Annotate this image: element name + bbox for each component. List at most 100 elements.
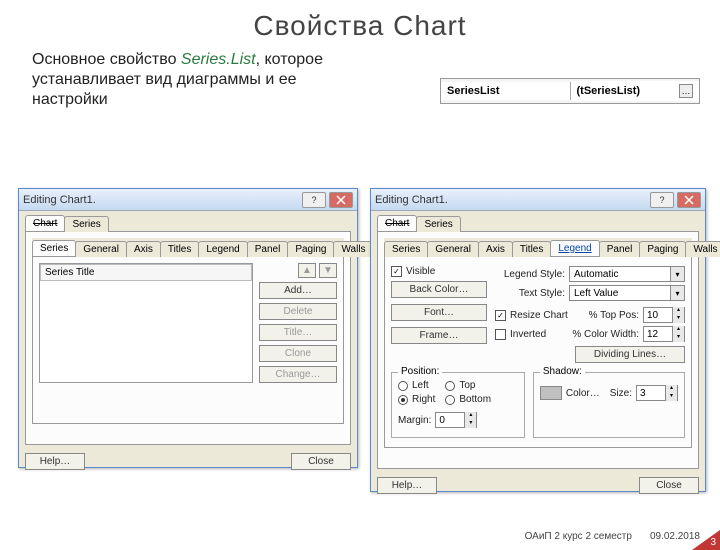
top-pos-label: % Top Pos: <box>589 310 639 321</box>
close-button[interactable]: Close <box>291 453 351 470</box>
footer-course: ОАиП 2 курс 2 семестр <box>525 531 632 542</box>
add-button[interactable]: Add… <box>259 282 337 299</box>
clone-button[interactable]: Clone <box>259 345 337 362</box>
move-up-button[interactable]: ▲ <box>298 263 316 278</box>
help-titlebar-button[interactable]: ? <box>302 192 326 208</box>
spin-up-icon[interactable]: ▴ <box>673 307 684 315</box>
tab-legend[interactable]: Legend <box>198 241 247 257</box>
help-titlebar-button[interactable]: ? <box>650 192 674 208</box>
shadow-size-input[interactable]: 3 ▴▾ <box>636 385 678 401</box>
tab-series-inner[interactable]: Series <box>384 241 428 257</box>
color-width-value: 12 <box>644 329 672 340</box>
tab-axis[interactable]: Axis <box>126 241 161 257</box>
inner-tabs: Series General Axis Titles Legend Panel … <box>32 238 344 256</box>
pos-bottom-radio[interactable] <box>445 395 455 405</box>
legend-style-label: Legend Style: <box>495 269 565 280</box>
spin-up-icon[interactable]: ▴ <box>666 385 677 393</box>
tab-axis[interactable]: Axis <box>478 241 513 257</box>
window-title: Editing Chart1. <box>375 194 448 206</box>
page-number: 3 <box>710 537 716 548</box>
tab-series-inner[interactable]: Series <box>32 240 76 256</box>
tab-panel[interactable]: Panel <box>247 241 289 257</box>
slide-description: Основное свойство Series.List, которое у… <box>32 50 352 110</box>
inverted-checkbox[interactable] <box>495 329 506 340</box>
shadow-color-label[interactable]: Color… <box>566 388 600 399</box>
window-title: Editing Chart1. <box>23 194 96 206</box>
series-listbox[interactable]: Series Title <box>39 263 253 383</box>
legend-style-combo[interactable]: Automatic ▾ <box>569 266 685 282</box>
spin-up-icon[interactable]: ▴ <box>673 326 684 334</box>
tab-general[interactable]: General <box>75 241 127 257</box>
visible-label: Visible <box>406 266 435 277</box>
font-button[interactable]: Font… <box>391 304 487 321</box>
tab-general[interactable]: General <box>427 241 479 257</box>
chart-pane: Series General Axis Titles Legend Panel … <box>377 231 699 469</box>
property-value: (tSeriesList) <box>577 85 641 97</box>
tab-titles[interactable]: Titles <box>512 241 552 257</box>
slide-title: Свойства Chart <box>0 10 720 42</box>
move-down-button[interactable]: ▼ <box>319 263 337 278</box>
margin-label: Margin: <box>398 415 431 426</box>
tab-paging[interactable]: Paging <box>287 241 334 257</box>
chevron-down-icon[interactable]: ▾ <box>670 286 684 300</box>
color-width-input[interactable]: 12 ▴▾ <box>643 326 685 342</box>
top-pos-input[interactable]: 10 ▴▾ <box>643 307 685 323</box>
tab-titles[interactable]: Titles <box>160 241 200 257</box>
help-button[interactable]: Help… <box>25 453 85 470</box>
spin-down-icon[interactable]: ▾ <box>666 393 677 401</box>
frame-button[interactable]: Frame… <box>391 327 487 344</box>
tab-series[interactable]: Series <box>64 216 108 232</box>
pos-bottom-label: Bottom <box>459 394 491 405</box>
pos-top-radio[interactable] <box>445 381 455 391</box>
tab-panel[interactable]: Panel <box>599 241 641 257</box>
chart-pane: Series General Axis Titles Legend Panel … <box>25 231 351 445</box>
legend-style-value: Automatic <box>570 269 670 280</box>
close-titlebar-button[interactable] <box>329 192 353 208</box>
close-titlebar-button[interactable] <box>677 192 701 208</box>
back-color-button[interactable]: Back Color… <box>391 281 487 298</box>
tab-walls[interactable]: Walls <box>333 241 373 257</box>
shadow-size-label: Size: <box>610 388 632 399</box>
tab-walls[interactable]: Walls <box>685 241 720 257</box>
text-style-label: Text Style: <box>495 288 565 299</box>
text-style-value: Left Value <box>570 288 670 299</box>
change-button[interactable]: Change… <box>259 366 337 383</box>
tab-paging[interactable]: Paging <box>639 241 686 257</box>
chevron-down-icon[interactable]: ▾ <box>670 267 684 281</box>
pos-right-radio[interactable] <box>398 395 408 405</box>
property-inspector: SeriesList (tSeriesList) … <box>440 78 700 104</box>
shadow-color-box[interactable] <box>540 386 562 400</box>
desc-emphasis: Series.List <box>181 51 256 68</box>
margin-input[interactable]: 0 ▴▾ <box>435 412 477 428</box>
margin-value: 0 <box>436 415 464 426</box>
resize-chart-checkbox[interactable]: ✓ <box>495 310 506 321</box>
close-button[interactable]: Close <box>639 477 699 494</box>
help-button[interactable]: Help… <box>377 477 437 494</box>
text-style-combo[interactable]: Left Value ▾ <box>569 285 685 301</box>
tab-legend[interactable]: Legend <box>550 240 599 256</box>
visible-checkbox[interactable]: ✓ <box>391 266 402 277</box>
spin-down-icon[interactable]: ▾ <box>465 420 476 428</box>
shadow-size-value: 3 <box>637 388 665 399</box>
color-width-label: % Color Width: <box>572 329 639 340</box>
position-group-title: Position: <box>398 366 442 377</box>
tab-chart[interactable]: Chart <box>377 215 417 231</box>
titlebar: Editing Chart1. ? <box>371 189 705 211</box>
dividing-lines-button[interactable]: Dividing Lines… <box>575 346 685 363</box>
tab-series[interactable]: Series <box>416 216 460 232</box>
position-group: Position: Left Right Top Bottom Margin: <box>391 372 525 438</box>
property-name: SeriesList <box>441 82 571 100</box>
tab-chart[interactable]: Chart <box>25 215 65 231</box>
shadow-group: Shadow: Color… Size: 3 ▴▾ <box>533 372 685 438</box>
title-button[interactable]: Title… <box>259 324 337 341</box>
top-pos-value: 10 <box>644 310 672 321</box>
property-value-cell[interactable]: (tSeriesList) … <box>571 81 700 101</box>
spin-down-icon[interactable]: ▾ <box>673 334 684 342</box>
pos-left-radio[interactable] <box>398 381 408 391</box>
ellipsis-button[interactable]: … <box>679 84 693 98</box>
inner-tabs: Series General Axis Titles Legend Panel … <box>384 238 692 256</box>
pos-left-label: Left <box>412 380 429 391</box>
delete-button[interactable]: Delete <box>259 303 337 320</box>
spin-up-icon[interactable]: ▴ <box>465 412 476 420</box>
spin-down-icon[interactable]: ▾ <box>673 315 684 323</box>
